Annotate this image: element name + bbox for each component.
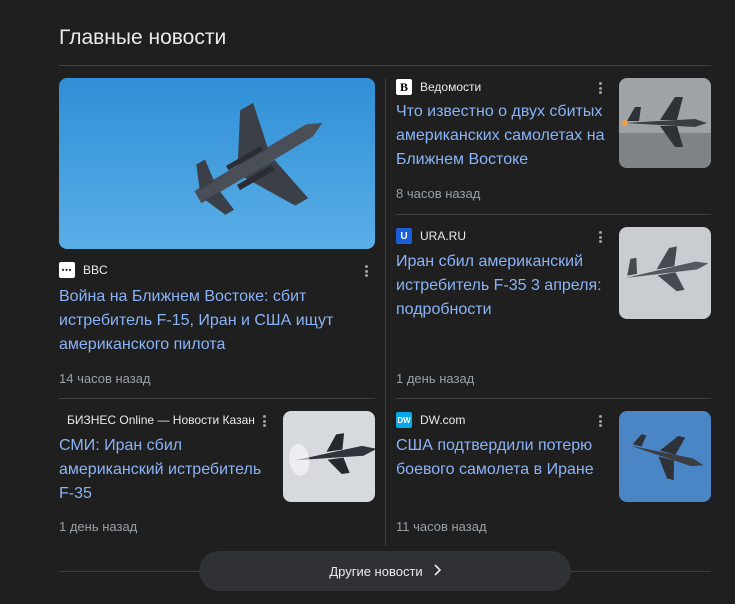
article-thumbnail[interactable]: [283, 411, 375, 502]
list-item[interactable]: DW DW.com США подтвердили потерю боевого…: [396, 411, 711, 541]
article-title[interactable]: СМИ: Иран сбил американский истребитель …: [59, 434, 274, 506]
title-line: Что известно о двух сбитых: [396, 103, 603, 120]
featured-article-image[interactable]: [59, 78, 375, 249]
header-divider: [59, 65, 711, 66]
source-name: BBC: [83, 263, 108, 277]
featured-article[interactable]: ▪▪▪ BBC Война на Ближнем Востоке: сбит и…: [59, 78, 375, 388]
article-source: DW DW.com: [396, 411, 465, 429]
vedomosti-logo-icon: B: [396, 79, 412, 95]
title-line: СМИ: Иран сбил: [59, 437, 183, 454]
more-news-label: Другие новости: [329, 563, 423, 579]
article-time: 14 часов назад: [59, 371, 151, 386]
title-line: американского пилота: [59, 336, 226, 353]
title-line: подробности: [396, 301, 492, 318]
dw-logo-icon: DW: [396, 412, 412, 428]
title-line: боевого самолета в Иране: [396, 461, 594, 478]
more-vert-icon[interactable]: [594, 80, 606, 96]
ura-logo-icon: U: [396, 228, 412, 244]
article-source: БИЗНЕС Online — Новости Казан: [59, 411, 255, 429]
title-line: F-35: [59, 485, 92, 502]
more-vert-icon[interactable]: [594, 413, 606, 429]
source-name: БИЗНЕС Online — Новости Казан: [67, 413, 255, 427]
more-news-button[interactable]: Другие новости: [199, 551, 571, 591]
title-line: Иран сбил американский: [396, 253, 584, 270]
list-item[interactable]: U URA.RU Иран сбил американский истребит…: [396, 227, 711, 387]
top-stories-panel: Главные новости ▪▪▪ BBC Война на Ближнем…: [0, 0, 735, 604]
article-time: 1 день назад: [396, 371, 475, 386]
column-divider: [385, 78, 386, 546]
title-line: истребитель F-15, Иран и США ищут: [59, 312, 334, 329]
article-title[interactable]: Иран сбил американский истребитель F-35 …: [396, 250, 611, 322]
article-time: 1 день назад: [59, 519, 138, 534]
article-thumbnail[interactable]: [619, 78, 711, 168]
source-name: DW.com: [420, 413, 466, 427]
title-line: истребитель F-35 3 апреля:: [396, 277, 602, 294]
item-divider: [396, 214, 711, 215]
chevron-right-icon: [433, 563, 441, 579]
title-line: Ближнем Востоке: [396, 151, 529, 168]
more-vert-icon[interactable]: [594, 229, 606, 245]
section-title: Главные новости: [59, 26, 227, 49]
article-time: 8 часов назад: [396, 186, 481, 201]
list-item[interactable]: B Ведомости Что известно о двух сбитых а…: [396, 78, 711, 206]
title-line: американский истребитель: [59, 461, 262, 478]
title-line: Война на Ближнем Востоке: сбит: [59, 288, 307, 305]
item-divider: [396, 398, 711, 399]
article-source: U URA.RU: [396, 227, 466, 245]
article-source: ▪▪▪ BBC: [59, 261, 108, 279]
article-time: 11 часов назад: [396, 519, 487, 534]
article-title[interactable]: США подтвердили потерю боевого самолета …: [396, 434, 611, 482]
article-title[interactable]: Война на Ближнем Востоке: сбит истребите…: [59, 285, 375, 357]
more-vert-icon[interactable]: [360, 263, 372, 279]
article-title[interactable]: Что известно о двух сбитых американских …: [396, 100, 611, 172]
bbc-logo-icon: ▪▪▪: [59, 262, 75, 278]
title-line: США подтвердили потерю: [396, 437, 593, 454]
item-divider: [59, 398, 375, 399]
article-source: B Ведомости: [396, 78, 481, 96]
source-name: URA.RU: [420, 229, 467, 243]
more-vert-icon[interactable]: [258, 413, 270, 429]
article-thumbnail[interactable]: [619, 227, 711, 319]
source-name: Ведомости: [420, 80, 482, 94]
list-item[interactable]: БИЗНЕС Online — Новости Казан СМИ: Иран …: [59, 411, 375, 541]
article-thumbnail[interactable]: [619, 411, 711, 502]
title-line: американских самолетах на: [396, 127, 605, 144]
